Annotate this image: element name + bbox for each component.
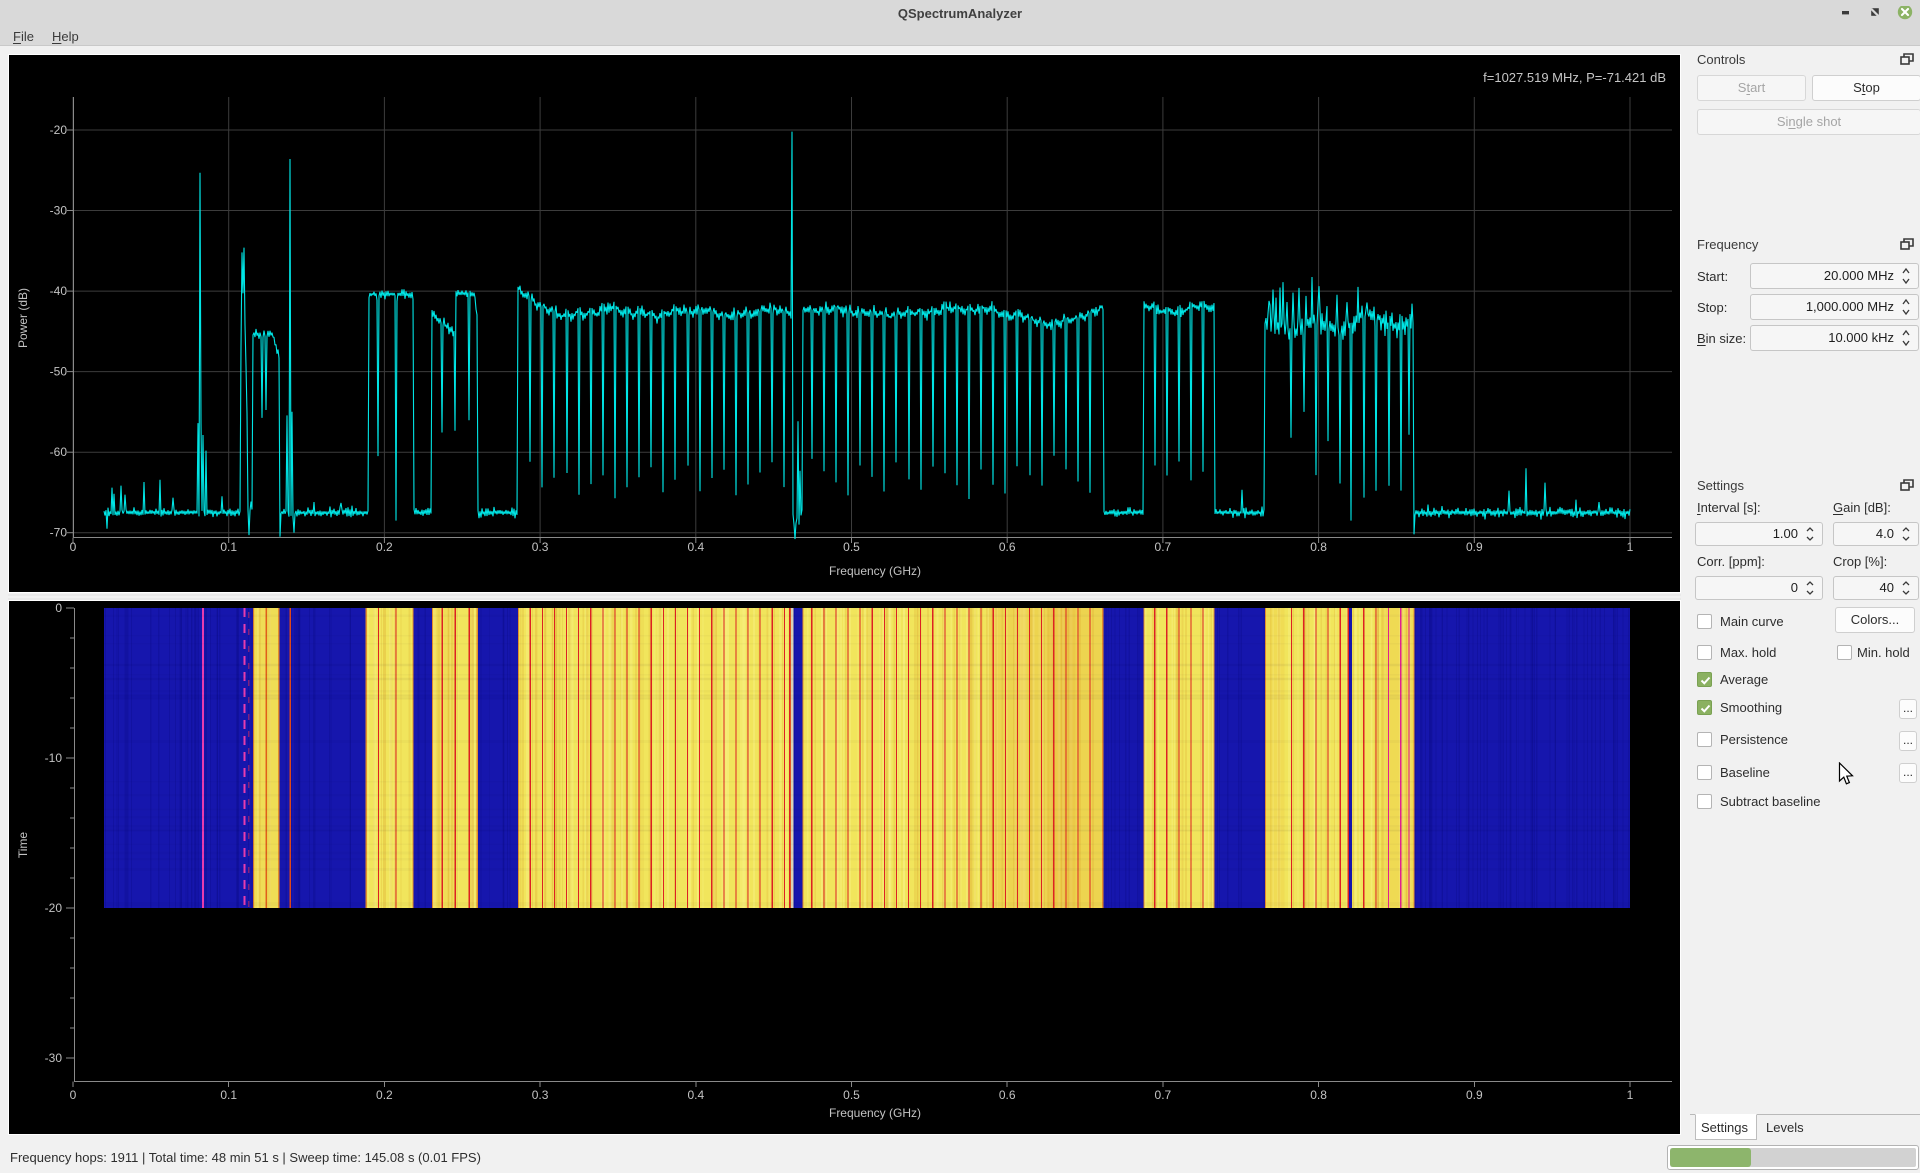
svg-text:1: 1: [1627, 1088, 1634, 1102]
svg-text:0.6: 0.6: [999, 540, 1016, 554]
svg-text:0: 0: [70, 540, 77, 554]
svg-text:-10: -10: [45, 751, 63, 765]
svg-text:Frequency (GHz): Frequency (GHz): [829, 564, 921, 578]
svg-text:Time: Time: [16, 832, 30, 859]
svg-text:0.1: 0.1: [220, 1088, 237, 1102]
svg-text:0.6: 0.6: [999, 1088, 1016, 1102]
svg-text:0.8: 0.8: [1310, 1088, 1327, 1102]
svg-text:0.1: 0.1: [220, 540, 237, 554]
svg-text:1: 1: [1627, 540, 1634, 554]
svg-text:0.3: 0.3: [532, 1088, 549, 1102]
svg-text:0.3: 0.3: [532, 540, 549, 554]
svg-text:f=1027.519 MHz, P=-71.421 dB: f=1027.519 MHz, P=-71.421 dB: [1483, 70, 1666, 85]
svg-text:0.5: 0.5: [843, 1088, 860, 1102]
svg-text:-70: -70: [50, 526, 68, 540]
svg-text:0.5: 0.5: [843, 540, 860, 554]
svg-text:-60: -60: [50, 445, 68, 459]
svg-text:0.2: 0.2: [376, 540, 393, 554]
svg-text:-30: -30: [50, 204, 68, 218]
svg-text:0.8: 0.8: [1310, 540, 1327, 554]
svg-text:0.9: 0.9: [1466, 540, 1483, 554]
svg-text:0.7: 0.7: [1155, 540, 1172, 554]
svg-text:Power (dB): Power (dB): [16, 288, 30, 348]
svg-text:0: 0: [70, 1088, 77, 1102]
svg-text:0.4: 0.4: [687, 1088, 704, 1102]
svg-text:0: 0: [55, 601, 62, 615]
svg-text:-20: -20: [50, 123, 68, 137]
svg-text:0.4: 0.4: [687, 540, 704, 554]
svg-text:Frequency (GHz): Frequency (GHz): [829, 1106, 921, 1120]
svg-text:0.9: 0.9: [1466, 1088, 1483, 1102]
svg-text:-30: -30: [45, 1051, 63, 1065]
svg-text:0.7: 0.7: [1155, 1088, 1172, 1102]
svg-text:0.2: 0.2: [376, 1088, 393, 1102]
svg-text:-20: -20: [45, 901, 63, 915]
svg-text:-50: -50: [50, 365, 68, 379]
svg-text:-40: -40: [50, 284, 68, 298]
